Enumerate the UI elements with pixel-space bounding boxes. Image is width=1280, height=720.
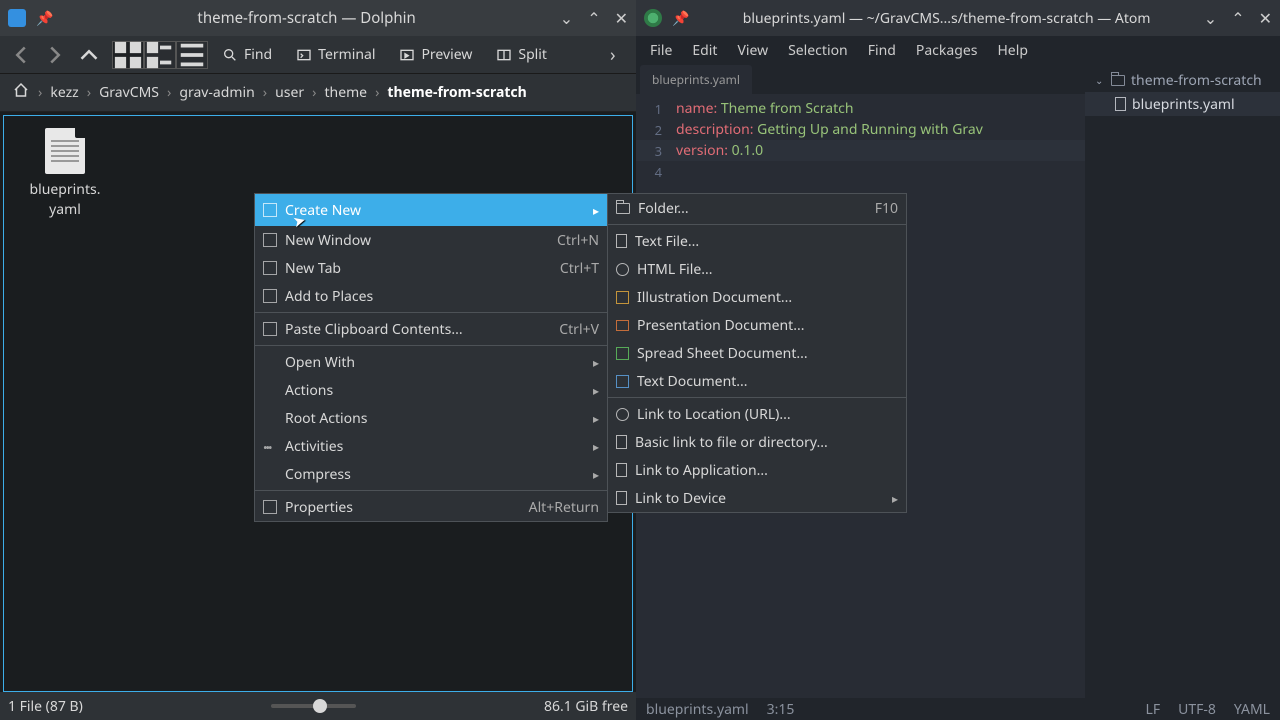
- breadcrumb-item[interactable]: user: [271, 83, 308, 102]
- maximize-button[interactable]: ⌃: [587, 7, 600, 29]
- menu-item[interactable]: Create New▸: [255, 194, 607, 226]
- window-title: blueprints.yaml — ~/GravCMS...s/theme-fr…: [699, 9, 1193, 28]
- toolbar-overflow-button[interactable]: ›: [610, 43, 630, 67]
- close-button[interactable]: ✕: [1259, 7, 1272, 29]
- menu-item[interactable]: •••Activities▸: [255, 432, 607, 460]
- up-button[interactable]: [74, 40, 104, 70]
- forward-button[interactable]: [40, 40, 70, 70]
- menu-item[interactable]: Link to Location (URL)...: [608, 400, 906, 428]
- folder-icon: [1111, 75, 1125, 86]
- preview-button[interactable]: Preview: [389, 40, 482, 70]
- dolphin-app-icon: [8, 9, 26, 27]
- detail-view-button[interactable]: [176, 41, 208, 69]
- icon-view-button[interactable]: [112, 41, 144, 69]
- tree-file-item[interactable]: blueprints.yaml: [1085, 92, 1280, 116]
- file-item[interactable]: blueprints. yaml: [22, 128, 108, 219]
- breadcrumb-current[interactable]: theme-from-scratch: [383, 83, 530, 102]
- split-button[interactable]: Split: [486, 40, 557, 70]
- breadcrumb-bar: ›kezz ›GravCMS ›grav-admin ›user ›theme …: [0, 74, 636, 112]
- find-button[interactable]: Find: [212, 40, 282, 70]
- atom-statusbar: blueprints.yaml 3:15 LF UTF-8 YAML: [636, 698, 1280, 720]
- menu-item[interactable]: Open With▸: [255, 348, 607, 376]
- dolphin-titlebar: 📌 theme-from-scratch — Dolphin ⌄ ⌃ ✕: [0, 0, 636, 36]
- dolphin-toolbar: Find Terminal Preview Split ›: [0, 36, 636, 74]
- editor-tab[interactable]: blueprints.yaml: [640, 65, 752, 94]
- menu-item[interactable]: Root Actions▸: [255, 404, 607, 432]
- window-title: theme-from-scratch — Dolphin: [63, 8, 549, 28]
- chevron-down-icon: ⌄: [1095, 73, 1105, 87]
- breadcrumb-item[interactable]: theme: [320, 83, 371, 102]
- menu-item[interactable]: Spread Sheet Document...: [608, 339, 906, 367]
- tree-root-folder[interactable]: ⌄ theme-from-scratch: [1085, 68, 1280, 92]
- breadcrumb-item[interactable]: GravCMS: [95, 83, 163, 102]
- menu-item[interactable]: Paste Clipboard Contents...Ctrl+V: [255, 315, 607, 343]
- editor-tabs: blueprints.yaml: [636, 64, 1085, 94]
- minimize-button[interactable]: ⌄: [560, 7, 573, 29]
- menu-item[interactable]: HTML File...: [608, 255, 906, 283]
- menu-help[interactable]: Help: [987, 41, 1038, 60]
- status-file[interactable]: blueprints.yaml: [646, 700, 749, 719]
- menu-view[interactable]: View: [727, 41, 778, 60]
- status-language[interactable]: YAML: [1234, 700, 1270, 719]
- menu-item[interactable]: Presentation Document...: [608, 311, 906, 339]
- view-mode-buttons: [112, 41, 208, 69]
- menu-item[interactable]: Folder...F10: [608, 194, 906, 222]
- pin-icon[interactable]: 📌: [36, 9, 53, 28]
- menu-item[interactable]: Text Document...: [608, 367, 906, 395]
- status-line-ending[interactable]: LF: [1146, 700, 1161, 719]
- menu-item[interactable]: Illustration Document...: [608, 283, 906, 311]
- menu-item[interactable]: Add to Places: [255, 282, 607, 310]
- project-tree: ⌄ theme-from-scratch blueprints.yaml: [1085, 64, 1280, 698]
- menu-item[interactable]: Compress▸: [255, 460, 607, 488]
- terminal-button[interactable]: Terminal: [286, 40, 385, 70]
- context-menu-main[interactable]: Create New▸New WindowCtrl+NNew TabCtrl+T…: [254, 193, 608, 522]
- file-name-label: blueprints. yaml: [22, 180, 108, 219]
- menu-item[interactable]: New WindowCtrl+N: [255, 226, 607, 254]
- menu-item[interactable]: Text File...: [608, 227, 906, 255]
- compact-view-button[interactable]: [144, 41, 176, 69]
- file-icon: [1115, 97, 1126, 111]
- close-button[interactable]: ✕: [615, 7, 628, 29]
- menu-file[interactable]: File: [640, 41, 682, 60]
- status-cursor-pos[interactable]: 3:15: [767, 700, 795, 719]
- atom-menubar: File Edit View Selection Find Packages H…: [636, 36, 1280, 64]
- breadcrumb-item[interactable]: kezz: [46, 83, 82, 102]
- menu-item[interactable]: Link to Application...: [608, 456, 906, 484]
- menu-item[interactable]: Link to Device▸: [608, 484, 906, 512]
- menu-selection[interactable]: Selection: [778, 41, 858, 60]
- menu-item[interactable]: New TabCtrl+T: [255, 254, 607, 282]
- back-button[interactable]: [6, 40, 36, 70]
- minimize-button[interactable]: ⌄: [1204, 7, 1217, 29]
- file-count-label: 1 File (87 B): [8, 697, 83, 716]
- context-menu-create-new[interactable]: Folder...F10 Text File...HTML File...Illu…: [607, 193, 907, 513]
- disk-free-label: 86.1 GiB free: [544, 697, 628, 716]
- pin-icon[interactable]: 📌: [672, 9, 689, 28]
- menu-edit[interactable]: Edit: [682, 41, 727, 60]
- atom-app-icon: [644, 9, 662, 27]
- breadcrumb-item[interactable]: grav-admin: [175, 83, 258, 102]
- zoom-slider[interactable]: [271, 704, 356, 708]
- menu-find[interactable]: Find: [858, 41, 906, 60]
- menu-item[interactable]: PropertiesAlt+Return: [255, 493, 607, 521]
- atom-titlebar: 📌 blueprints.yaml — ~/GravCMS...s/theme-…: [636, 0, 1280, 36]
- menu-packages[interactable]: Packages: [906, 41, 988, 60]
- home-icon[interactable]: [8, 81, 34, 104]
- text-file-icon: [45, 128, 85, 174]
- menu-item[interactable]: Basic link to file or directory...: [608, 428, 906, 456]
- maximize-button[interactable]: ⌃: [1231, 7, 1244, 29]
- dolphin-statusbar: 1 File (87 B) 86.1 GiB free: [0, 692, 636, 720]
- menu-item[interactable]: Actions▸: [255, 376, 607, 404]
- status-encoding[interactable]: UTF-8: [1178, 700, 1216, 719]
